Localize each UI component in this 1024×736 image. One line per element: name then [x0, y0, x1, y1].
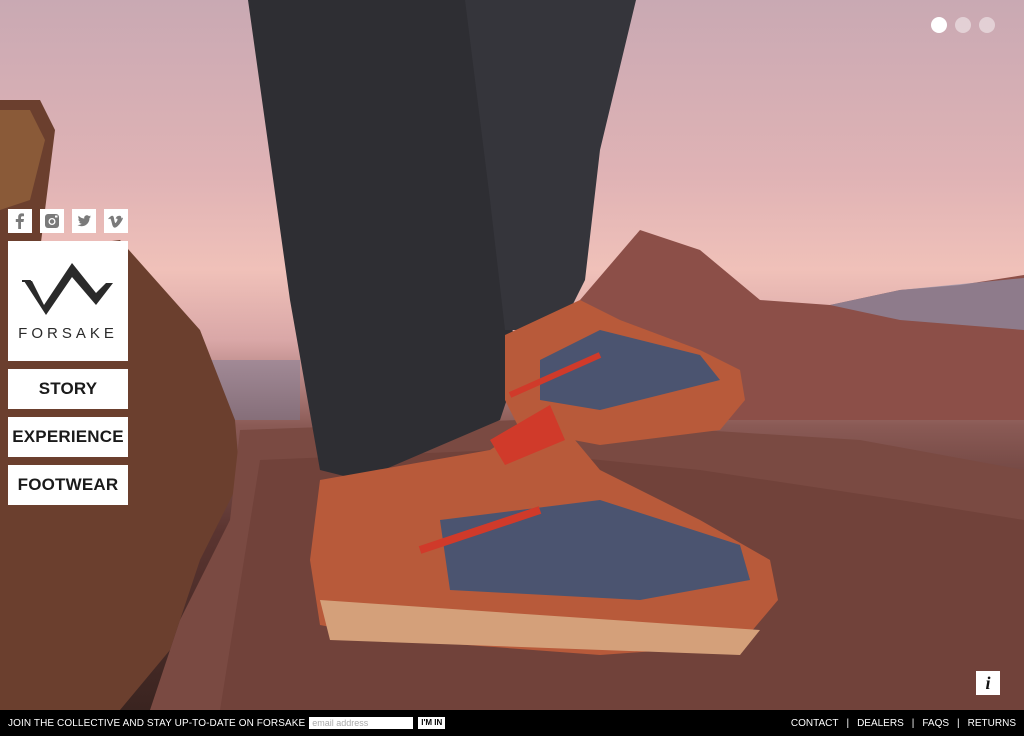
slider-dot-3[interactable]	[979, 17, 995, 33]
slider-dot-2[interactable]	[955, 17, 971, 33]
facebook-icon[interactable]	[8, 209, 32, 233]
slider-dot-1[interactable]	[931, 17, 947, 33]
landscape-illustration	[0, 0, 1024, 710]
instagram-icon[interactable]	[40, 209, 64, 233]
brand-wordmark: FORSAKE	[18, 324, 118, 342]
slider-pagination	[931, 17, 995, 33]
footer-link-returns[interactable]: RETURNS	[968, 718, 1016, 729]
nav-story-button[interactable]: STORY	[8, 369, 128, 409]
footer-divider: |	[846, 717, 850, 729]
twitter-icon[interactable]	[72, 209, 96, 233]
footer-link-dealers[interactable]: DEALERS	[857, 718, 904, 729]
newsletter-email-input[interactable]	[309, 717, 414, 729]
hero-background	[0, 0, 1024, 710]
forsake-logo-mark-icon	[22, 262, 113, 315]
footer-link-contact[interactable]: CONTACT	[791, 718, 839, 729]
main-navigation: STORY EXPERIENCE FOOTWEAR	[8, 369, 128, 505]
newsletter-prompt: JOIN THE COLLECTIVE AND STAY UP-TO-DATE …	[8, 717, 306, 729]
social-links	[8, 209, 128, 233]
footer-bar: JOIN THE COLLECTIVE AND STAY UP-TO-DATE …	[0, 710, 1024, 736]
nav-footwear-button[interactable]: FOOTWEAR	[8, 465, 128, 505]
footer-link-faqs[interactable]: FAQS	[922, 718, 949, 729]
newsletter-submit-button[interactable]: I'M IN	[418, 717, 446, 729]
brand-logo[interactable]: FORSAKE	[8, 241, 128, 361]
vimeo-icon[interactable]	[104, 209, 128, 233]
footer-divider: |	[911, 717, 915, 729]
info-button[interactable]: i	[976, 671, 1000, 695]
footer-links: CONTACT | DEALERS | FAQS | RETURNS	[791, 718, 1016, 729]
nav-experience-button[interactable]: EXPERIENCE	[8, 417, 128, 457]
footer-divider: |	[957, 717, 960, 729]
